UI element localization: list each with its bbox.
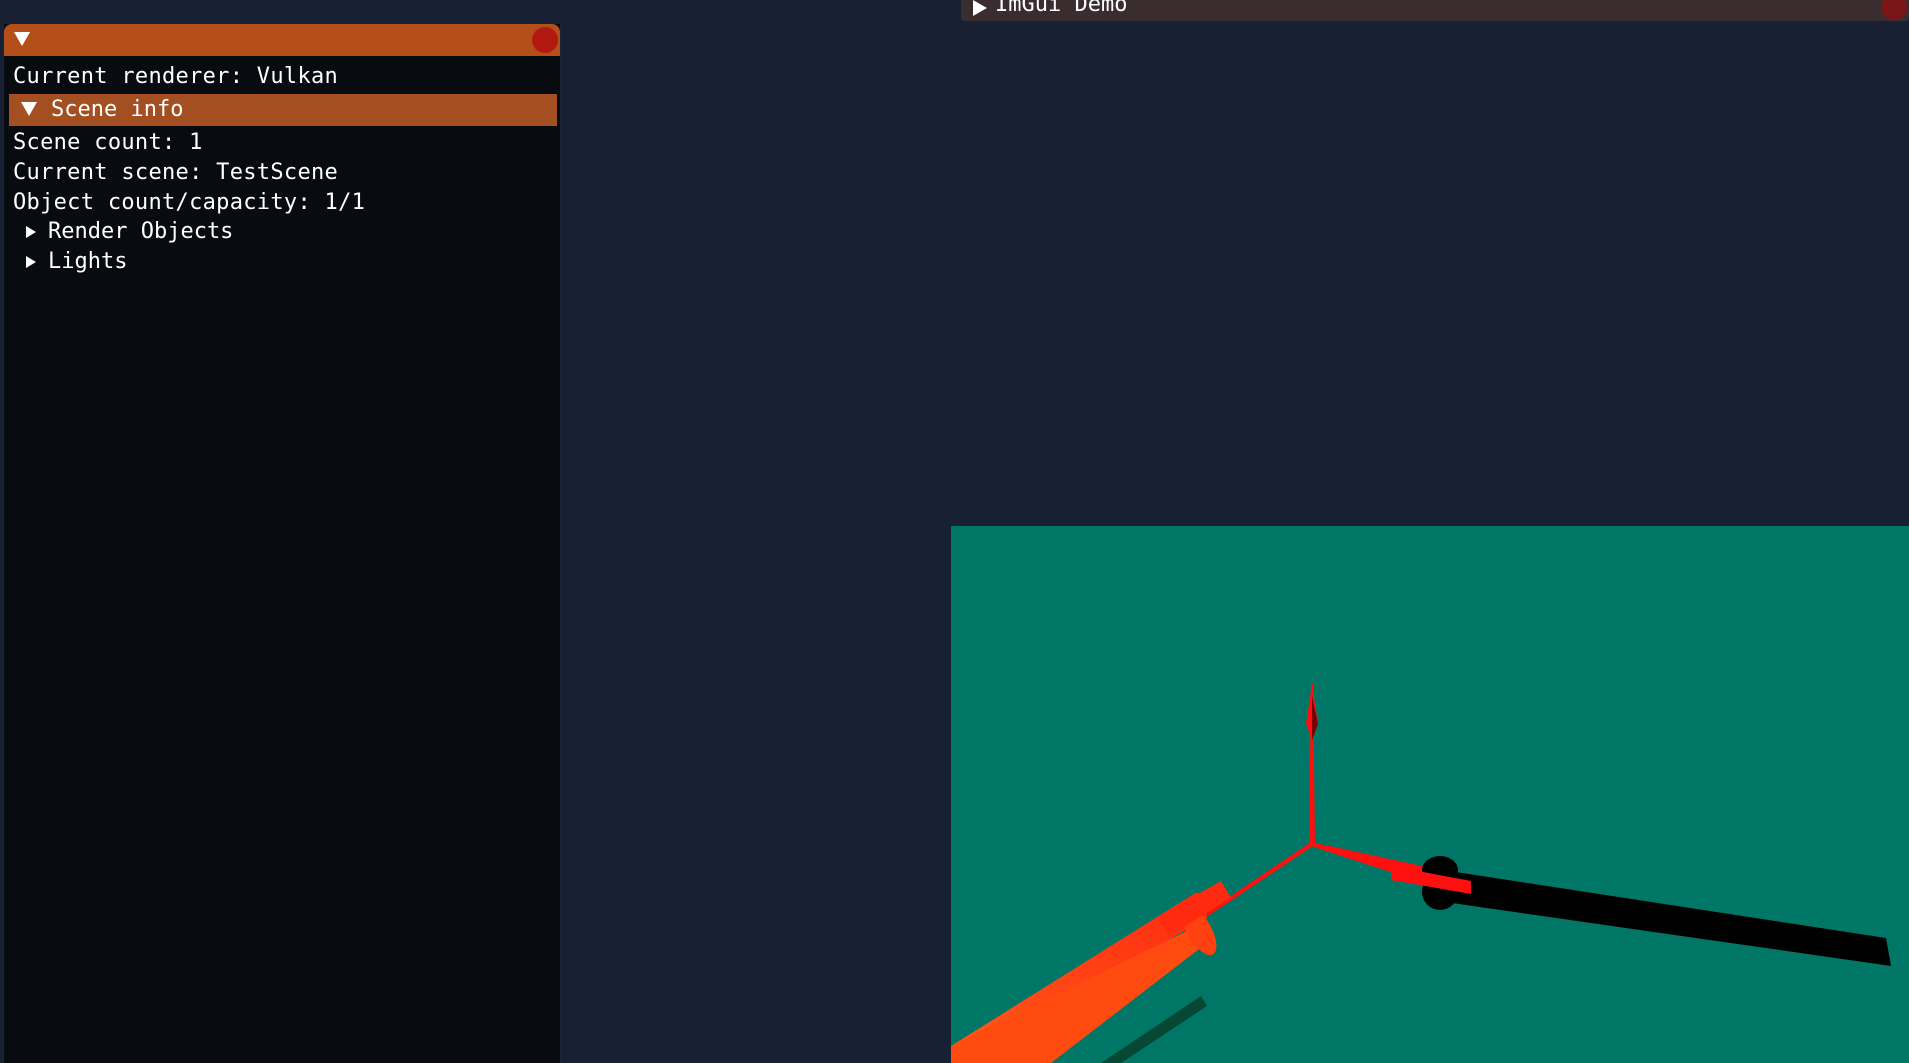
window-titlebar[interactable] <box>4 24 560 56</box>
tree-node-label: Render Objects <box>48 219 234 244</box>
object-count-text: Object count/capacity: 1/1 <box>13 190 366 215</box>
gizmo-x-axis[interactable] <box>951 842 1313 1063</box>
current-scene-text: Current scene: TestScene <box>13 160 339 185</box>
imgui-demo-window-collapsed[interactable]: ImGui Demo <box>961 0 1909 21</box>
triangle-right-icon[interactable] <box>973 0 987 16</box>
current-renderer-text: Current renderer: Vulkan <box>13 64 339 89</box>
scene-count-text: Scene count: 1 <box>13 130 203 155</box>
transform-gizmo[interactable] <box>951 526 1909 1063</box>
triangle-right-icon <box>26 256 36 268</box>
render-viewport[interactable] <box>951 526 1909 1063</box>
tree-node-label: Lights <box>48 249 128 274</box>
close-icon[interactable] <box>532 27 558 53</box>
close-icon[interactable] <box>1881 0 1907 20</box>
demo-window-title: ImGui Demo <box>995 0 1128 17</box>
scene-info-label: Scene info <box>51 97 184 122</box>
scene-info-window[interactable]: Current renderer: Vulkan Scene info Scen… <box>3 24 561 1063</box>
collapse-triangle-icon[interactable] <box>14 32 30 46</box>
gizmo-y-axis[interactable] <box>1306 684 1318 844</box>
scene-info-header[interactable]: Scene info <box>9 94 557 126</box>
gizmo-z-axis[interactable] <box>1311 842 1891 966</box>
triangle-down-icon <box>21 102 37 116</box>
triangle-right-icon <box>26 226 36 238</box>
